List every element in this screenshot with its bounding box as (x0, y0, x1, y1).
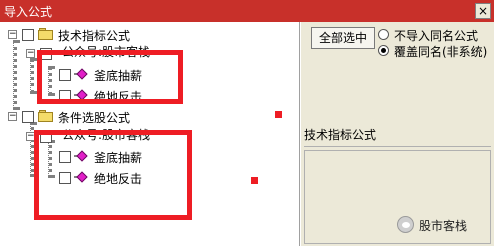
collapse-icon[interactable]: − (8, 112, 17, 121)
close-button[interactable]: × (475, 3, 491, 19)
formula-tree[interactable]: − 技术指标公式 − 公众号:股市客栈 釜底抽薪 绝地反击 − 条件选股公式 −… (0, 22, 300, 246)
tree-node-label: 条件选股公式 (58, 111, 131, 125)
highlight-box (34, 130, 192, 220)
collapse-icon[interactable]: − (8, 30, 17, 39)
folder-icon (38, 110, 54, 122)
wechat-icon (397, 216, 414, 233)
marker-dot (251, 177, 258, 184)
window-titlebar: 导入公式 × (0, 0, 494, 22)
radio-skip-label[interactable]: 不导入同名公式 (394, 27, 478, 44)
collapse-icon[interactable]: − (26, 49, 35, 58)
folder-icon (38, 28, 54, 40)
radio-overwrite-same-name[interactable] (378, 45, 389, 56)
highlight-box (37, 50, 183, 104)
select-all-button[interactable]: 全部选中 (311, 27, 375, 49)
window-title: 导入公式 (4, 5, 53, 19)
tree-node-label: 技术指标公式 (58, 29, 131, 43)
options-panel: 全部选中 不导入同名公式 覆盖同名(非系统) 技术指标公式 股市客栈 (301, 22, 494, 246)
tree-node-group1[interactable]: − 技术指标公式 (0, 27, 200, 43)
marker-dot (275, 111, 282, 118)
watermark: 股市客栈 (397, 215, 492, 235)
watermark-text: 股市客栈 (419, 219, 468, 233)
radio-skip-same-name[interactable] (378, 29, 389, 40)
radio-overwrite-label[interactable]: 覆盖同名(非系统) (394, 43, 487, 60)
checkbox[interactable] (22, 111, 34, 123)
checkbox[interactable] (22, 29, 34, 41)
panel-title: 技术指标公式 (304, 128, 377, 142)
tree-node-group2[interactable]: − 条件选股公式 (0, 109, 200, 125)
divider (304, 146, 491, 147)
